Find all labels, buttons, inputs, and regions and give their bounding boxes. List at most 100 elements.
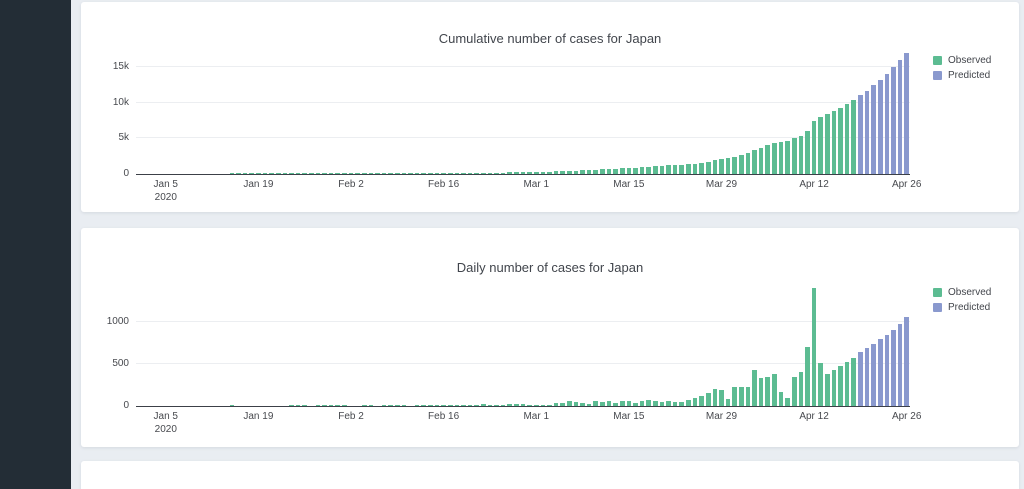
observed-bar[interactable] bbox=[289, 173, 294, 174]
observed-bar[interactable] bbox=[613, 169, 618, 174]
observed-bar[interactable] bbox=[660, 166, 665, 174]
observed-bar[interactable] bbox=[699, 163, 704, 174]
observed-bar[interactable] bbox=[726, 399, 731, 406]
observed-bar[interactable] bbox=[527, 172, 532, 174]
observed-bar[interactable] bbox=[415, 405, 420, 406]
observed-bar[interactable] bbox=[686, 400, 691, 406]
observed-bar[interactable] bbox=[574, 171, 579, 174]
observed-bar[interactable] bbox=[825, 114, 830, 174]
observed-bar[interactable] bbox=[554, 403, 559, 406]
legend-item-observed[interactable]: Observed bbox=[933, 287, 991, 298]
observed-bar[interactable] bbox=[593, 401, 598, 406]
observed-bar[interactable] bbox=[369, 405, 374, 406]
observed-bar[interactable] bbox=[316, 173, 321, 174]
observed-bar[interactable] bbox=[289, 405, 294, 406]
observed-bar[interactable] bbox=[554, 171, 559, 174]
observed-bar[interactable] bbox=[799, 136, 804, 174]
predicted-bar[interactable] bbox=[885, 74, 890, 174]
observed-bar[interactable] bbox=[640, 401, 645, 406]
observed-bar[interactable] bbox=[521, 172, 526, 174]
observed-bar[interactable] bbox=[845, 362, 850, 406]
observed-bar[interactable] bbox=[322, 173, 327, 174]
observed-bar[interactable] bbox=[435, 173, 440, 174]
observed-bar[interactable] bbox=[507, 404, 512, 406]
predicted-bar[interactable] bbox=[878, 339, 883, 406]
observed-bar[interactable] bbox=[501, 405, 506, 406]
observed-bar[interactable] bbox=[799, 372, 804, 406]
observed-bar[interactable] bbox=[845, 104, 850, 174]
observed-bar[interactable] bbox=[421, 173, 426, 174]
observed-bar[interactable] bbox=[395, 405, 400, 406]
observed-bar[interactable] bbox=[494, 405, 499, 406]
observed-bar[interactable] bbox=[362, 405, 367, 406]
observed-bar[interactable] bbox=[448, 173, 453, 174]
observed-bar[interactable] bbox=[825, 374, 830, 406]
observed-bar[interactable] bbox=[666, 165, 671, 174]
observed-bar[interactable] bbox=[633, 168, 638, 174]
predicted-bar[interactable] bbox=[858, 352, 863, 406]
observed-bar[interactable] bbox=[666, 401, 671, 406]
observed-bar[interactable] bbox=[739, 387, 744, 406]
observed-bar[interactable] bbox=[230, 405, 235, 406]
observed-bar[interactable] bbox=[541, 172, 546, 174]
observed-bar[interactable] bbox=[838, 108, 843, 174]
observed-bar[interactable] bbox=[488, 173, 493, 174]
predicted-bar[interactable] bbox=[871, 344, 876, 406]
observed-bar[interactable] bbox=[627, 168, 632, 174]
observed-bar[interactable] bbox=[388, 405, 393, 406]
observed-bar[interactable] bbox=[521, 404, 526, 406]
observed-bar[interactable] bbox=[342, 405, 347, 406]
observed-bar[interactable] bbox=[230, 173, 235, 174]
observed-bar[interactable] bbox=[547, 405, 552, 406]
predicted-bar[interactable] bbox=[891, 67, 896, 174]
observed-bar[interactable] bbox=[732, 387, 737, 406]
observed-bar[interactable] bbox=[355, 173, 360, 174]
predicted-bar[interactable] bbox=[858, 95, 863, 174]
observed-bar[interactable] bbox=[263, 173, 268, 174]
observed-bar[interactable] bbox=[329, 173, 334, 174]
observed-bar[interactable] bbox=[752, 370, 757, 406]
observed-bar[interactable] bbox=[706, 162, 711, 174]
observed-bar[interactable] bbox=[382, 173, 387, 174]
predicted-bar[interactable] bbox=[865, 348, 870, 406]
observed-bar[interactable] bbox=[335, 173, 340, 174]
observed-bar[interactable] bbox=[759, 378, 764, 406]
observed-bar[interactable] bbox=[302, 173, 307, 174]
observed-bar[interactable] bbox=[752, 150, 757, 174]
observed-bar[interactable] bbox=[395, 173, 400, 174]
observed-bar[interactable] bbox=[547, 172, 552, 174]
observed-bar[interactable] bbox=[818, 363, 823, 406]
observed-bar[interactable] bbox=[302, 405, 307, 406]
observed-bar[interactable] bbox=[362, 173, 367, 174]
observed-bar[interactable] bbox=[375, 173, 380, 174]
observed-bar[interactable] bbox=[593, 170, 598, 174]
observed-bar[interactable] bbox=[514, 404, 519, 406]
observed-bar[interactable] bbox=[607, 169, 612, 174]
observed-bar[interactable] bbox=[726, 158, 731, 174]
observed-bar[interactable] bbox=[402, 405, 407, 406]
observed-bar[interactable] bbox=[693, 398, 698, 406]
observed-bar[interactable] bbox=[832, 370, 837, 406]
observed-bar[interactable] bbox=[851, 100, 856, 174]
observed-bar[interactable] bbox=[832, 111, 837, 174]
predicted-bar[interactable] bbox=[865, 91, 870, 174]
observed-bar[interactable] bbox=[283, 173, 288, 174]
observed-bar[interactable] bbox=[746, 387, 751, 406]
observed-bar[interactable] bbox=[428, 173, 433, 174]
observed-bar[interactable] bbox=[567, 401, 572, 406]
observed-bar[interactable] bbox=[673, 402, 678, 406]
observed-bar[interactable] bbox=[686, 164, 691, 174]
observed-bar[interactable] bbox=[679, 165, 684, 174]
legend-item-predicted[interactable]: Predicted bbox=[933, 70, 991, 81]
observed-bar[interactable] bbox=[441, 173, 446, 174]
observed-bar[interactable] bbox=[296, 405, 301, 406]
observed-bar[interactable] bbox=[329, 405, 334, 406]
observed-bar[interactable] bbox=[468, 173, 473, 174]
observed-bar[interactable] bbox=[673, 165, 678, 174]
observed-bar[interactable] bbox=[309, 173, 314, 174]
observed-bar[interactable] bbox=[812, 288, 817, 406]
predicted-bar[interactable] bbox=[898, 60, 903, 174]
observed-bar[interactable] bbox=[514, 172, 519, 174]
observed-bar[interactable] bbox=[249, 173, 254, 174]
cumulative-plot-area[interactable]: 05k10k15kJan 52020Jan 19Feb 2Feb 16Mar 1… bbox=[136, 52, 910, 175]
